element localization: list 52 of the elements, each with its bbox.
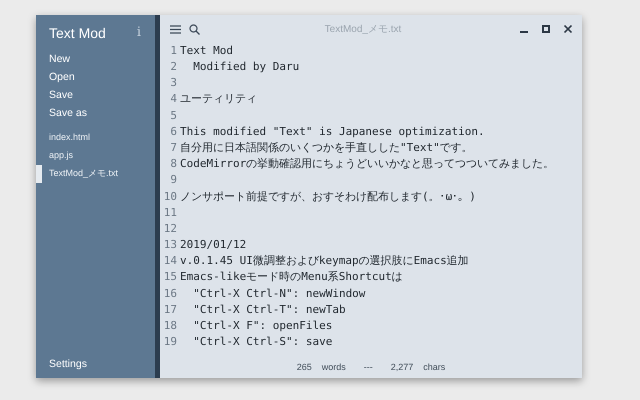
menu-item[interactable]: Save as: [36, 105, 155, 123]
line-number: 1: [169, 43, 178, 59]
file-item[interactable]: index.html: [36, 129, 155, 147]
line-number: 6: [169, 124, 178, 140]
code-line: Modified by Daru: [192, 59, 300, 76]
line-number: 7: [169, 140, 178, 156]
char-count: 2,277: [390, 361, 414, 374]
code-line: This modified "Text" is Japanese optimization.: [180, 124, 485, 140]
line-number: 17: [162, 302, 178, 318]
code-line: "Ctrl-X Ctrl-S": save: [192, 334, 332, 350]
line-number: 10: [162, 188, 178, 205]
menu-item[interactable]: New: [36, 51, 155, 69]
line-number: 8: [169, 156, 178, 172]
code-line: CodeMirrorの挙動確認用にちょうどいいかなと思ってつついてみました。: [180, 156, 554, 172]
line-number: 18: [162, 318, 178, 334]
chars-label: chars: [423, 361, 446, 374]
line-number: 11: [162, 204, 178, 221]
code-line: 2019/01/12: [180, 237, 246, 254]
code-line: ユーティリティ: [180, 91, 257, 108]
line-number: 9: [169, 172, 178, 188]
code-line: "Ctrl-X F": openFiles: [192, 318, 332, 334]
code-line: v.0.1.45 UI微調整およびkeymapの選択肢にEmacs追加: [180, 253, 469, 270]
line-number: 12: [162, 220, 178, 237]
line-number: 3: [169, 75, 178, 92]
separator: ---: [362, 361, 374, 374]
window-title: TextMod_メモ.txt: [324, 22, 402, 36]
search-icon[interactable]: [189, 24, 200, 34]
line-number: 15: [162, 269, 178, 286]
file-item[interactable]: app.js: [36, 147, 155, 165]
line-number: 4: [169, 91, 178, 108]
menu-icon[interactable]: [170, 24, 181, 34]
code-line: 自分用に日本語関係のいくつかを手直しした"Text"です。: [180, 140, 473, 156]
word-count: 265: [296, 361, 312, 374]
line-number: 16: [162, 286, 178, 302]
menu-item[interactable]: Open: [36, 69, 155, 87]
settings-button[interactable]: Settings: [36, 357, 155, 378]
code-line: "Ctrl-X Ctrl-N": newWindow: [192, 286, 366, 302]
maximize-icon[interactable]: [542, 25, 550, 33]
line-number: 13: [162, 237, 178, 254]
app-title: Text Mod: [49, 24, 106, 42]
words-label: words: [322, 361, 346, 374]
code-line: ノンサポート前提ですが、おすそわけ配布します(。･ω･。): [180, 188, 476, 205]
code-line: Emacs-likeモード時のMenu系Shortcutは: [180, 269, 403, 286]
line-number: 14: [162, 253, 178, 270]
line-number: 19: [162, 334, 178, 350]
code-line: "Ctrl-X Ctrl-T": newTab: [192, 302, 346, 318]
line-number: 5: [169, 108, 178, 124]
close-icon[interactable]: [564, 25, 572, 33]
info-button[interactable]: i: [136, 23, 141, 43]
line-number: 2: [169, 59, 178, 76]
menu-item[interactable]: Save: [36, 87, 155, 105]
code-line: Text Mod: [180, 43, 233, 59]
